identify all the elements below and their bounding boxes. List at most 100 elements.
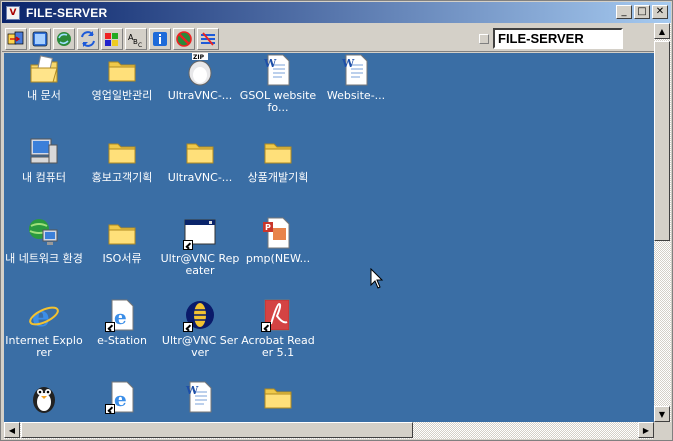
send-ctrl-alt-del-icon[interactable] — [5, 28, 27, 50]
svg-text:ZIP: ZIP — [193, 54, 205, 61]
desktop-icon[interactable]: ISO서류 — [82, 216, 162, 265]
horizontal-scrollbar[interactable]: ◀ ▶ — [4, 422, 654, 439]
desktop-icon-label: 내 문서 — [27, 89, 61, 102]
desktop-icon[interactable]: 홍보고객기획 — [82, 135, 162, 184]
disconnect-icon[interactable] — [173, 28, 195, 50]
desktop-icon-label: pmp(NEW... — [245, 252, 311, 265]
remote-desktop-view[interactable]: 내 문서 영업일반관리 ZIP UltraVNC-... W GSOL webs… — [4, 53, 654, 422]
app-window-icon — [183, 216, 217, 250]
mouse-pointer-icon — [370, 267, 384, 293]
desktop-icon-label: Internet Explorer — [5, 334, 83, 359]
desktop-icon-label: Ultr@VNC Server — [161, 334, 239, 359]
desktop-icon[interactable]: UltraVNC-... — [160, 135, 240, 184]
title-bar[interactable]: V FILE-SERVER _ □ ✕ — [2, 2, 671, 23]
info-icon[interactable] — [149, 28, 171, 50]
window-controls: _ □ ✕ — [616, 5, 668, 19]
folder-icon — [261, 135, 295, 169]
desktop-icon-label: ISO서류 — [102, 252, 142, 265]
desktop-icon[interactable]: 상품개발기획 — [238, 135, 318, 184]
chat-icon[interactable] — [101, 28, 123, 50]
desktop-icon[interactable]: e Internet Explorer — [4, 298, 84, 359]
host-checkbox[interactable] — [479, 34, 489, 44]
desktop-icon[interactable] — [4, 380, 84, 417]
svg-text:C: C — [138, 42, 142, 48]
shortcut-arrow-icon — [105, 322, 115, 332]
network-icon — [27, 216, 61, 250]
host-field[interactable]: FILE-SERVER — [493, 28, 623, 49]
zip-archive-icon: ZIP — [183, 53, 217, 87]
desktop-icon-label: e-Station — [97, 334, 147, 347]
folder-icon — [105, 135, 139, 169]
desktop-icon[interactable]: W — [160, 380, 240, 417]
internet-explorer-icon: e — [27, 298, 61, 333]
web-shortcut-icon: e — [105, 298, 139, 332]
desktop-icon-label: Acrobat Reader 5.1 — [241, 334, 315, 359]
desktop-icon[interactable]: 내 문서 — [4, 53, 84, 102]
vnc-server-icon — [183, 298, 217, 332]
vnc-viewer-window: V FILE-SERVER _ □ ✕ ABC FILE-SERVER 내 문서… — [0, 0, 673, 441]
penguin-icon — [27, 380, 61, 414]
svg-text:W: W — [341, 57, 355, 70]
desktop-icon[interactable]: P pmp(NEW... — [238, 216, 318, 265]
acrobat-reader-icon — [261, 298, 295, 332]
svg-text:W: W — [263, 57, 277, 70]
svg-text:e: e — [114, 387, 127, 411]
options-icon[interactable] — [197, 28, 219, 50]
svg-text:W: W — [185, 384, 199, 397]
scroll-up-button[interactable]: ▲ — [654, 23, 670, 39]
word-document-icon: W — [261, 53, 295, 87]
horizontal-scroll-thumb[interactable] — [21, 422, 413, 438]
desktop-icon[interactable]: Ultr@VNC Repeater — [160, 216, 240, 277]
svg-text:P: P — [265, 223, 271, 232]
scroll-left-button[interactable]: ◀ — [4, 422, 20, 438]
desktop-icon-label: 내 컴퓨터 — [22, 171, 66, 184]
folder-icon — [105, 216, 139, 250]
desktop-icon-label: UltraVNC-... — [167, 171, 233, 184]
vertical-scrollbar[interactable]: ▲ ▼ — [654, 23, 671, 422]
desktop-icon-label: 영업일반관리 — [91, 89, 153, 102]
vnc-app-icon[interactable]: V — [6, 5, 20, 20]
desktop-icon-label: 내 네트워크 환경 — [5, 252, 83, 265]
svg-text:e: e — [114, 305, 127, 329]
folder-icon — [261, 380, 295, 414]
desktop-icon-label: Website-... — [326, 89, 386, 102]
word-document-icon: W — [339, 53, 373, 87]
desktop-icon[interactable]: e e-Station — [82, 298, 162, 347]
desktop-icon-label: GSOL website fo... — [239, 89, 317, 114]
desktop-icon[interactable]: e — [82, 380, 162, 417]
fullscreen-icon[interactable] — [29, 28, 51, 50]
shortcut-arrow-icon — [183, 240, 193, 250]
shortcut-arrow-icon — [261, 322, 271, 332]
web-shortcut-icon: e — [105, 380, 139, 414]
minimize-button[interactable]: _ — [616, 5, 632, 19]
folder-icon — [183, 135, 217, 169]
my-computer-icon — [27, 135, 61, 169]
desktop-icon[interactable]: W Website-... — [316, 53, 396, 102]
desktop-icon-label: UltraVNC-... — [167, 89, 233, 102]
shortcut-arrow-icon — [183, 322, 193, 332]
powerpoint-icon: P — [261, 216, 295, 250]
word-document-icon: W — [183, 380, 217, 414]
file-transfer-icon[interactable] — [77, 28, 99, 50]
desktop-icon[interactable]: 내 컴퓨터 — [4, 135, 84, 184]
vertical-scroll-thumb[interactable] — [654, 41, 670, 241]
scroll-right-button[interactable]: ▶ — [638, 422, 654, 438]
desktop-icon[interactable]: W GSOL website fo... — [238, 53, 318, 114]
shortcut-arrow-icon — [105, 404, 115, 414]
desktop-icon[interactable]: 영업일반관리 — [82, 53, 162, 102]
desktop-icon[interactable]: 내 네트워크 환경 — [4, 216, 84, 265]
maximize-button[interactable]: □ — [634, 5, 650, 19]
desktop-icon[interactable]: Acrobat Reader 5.1 — [238, 298, 318, 359]
desktop-icon[interactable]: Ultr@VNC Server — [160, 298, 240, 359]
desktop-icon-label: 홍보고객기획 — [91, 171, 153, 184]
scrollbar-corner — [654, 422, 671, 439]
scroll-down-button[interactable]: ▼ — [654, 406, 670, 422]
refresh-screen-icon[interactable] — [53, 28, 75, 50]
desktop-icon[interactable] — [238, 380, 318, 417]
folder-icon — [105, 53, 139, 87]
my-documents-icon — [27, 53, 61, 87]
text-mode-icon[interactable]: ABC — [125, 28, 147, 50]
window-title: FILE-SERVER — [26, 5, 108, 20]
close-button[interactable]: ✕ — [652, 5, 668, 19]
desktop-icon[interactable]: ZIP UltraVNC-... — [160, 53, 240, 102]
